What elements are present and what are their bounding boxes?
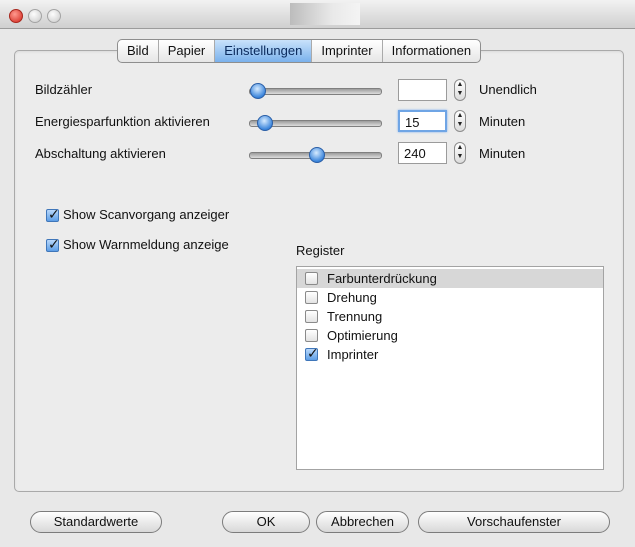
- register-item-trennung[interactable]: Trennung: [297, 307, 603, 326]
- abbrechen-button[interactable]: Abbrechen: [316, 511, 409, 533]
- register-item-imprinter[interactable]: ✓ Imprinter: [297, 345, 603, 364]
- bildzaehler-label: Bildzähler: [35, 82, 93, 97]
- list-item: Trennung: [327, 309, 383, 324]
- register-checkbox[interactable]: ✓: [305, 345, 319, 361]
- ok-button[interactable]: OK: [222, 511, 310, 533]
- bildzaehler-unit: Unendlich: [479, 82, 537, 97]
- scanvorgang-label: Show Scanvorgang anzeiger: [63, 207, 230, 222]
- tab-einstellungen[interactable]: Einstellungen: [215, 40, 313, 62]
- abschaltung-label: Abschaltung aktivieren: [35, 146, 166, 161]
- register-item-farbunterdrueckung[interactable]: Farbunterdrückung: [297, 269, 603, 288]
- zoom-window-button[interactable]: [47, 9, 61, 23]
- register-checkbox[interactable]: [305, 329, 318, 342]
- tab-imprinter[interactable]: Imprinter: [312, 40, 383, 62]
- register-title: Register: [296, 243, 345, 258]
- register-checkbox[interactable]: [305, 272, 318, 285]
- abschaltung-unit: Minuten: [479, 146, 526, 161]
- energie-label: Energiesparfunktion aktivieren: [35, 114, 210, 129]
- close-window-button[interactable]: [9, 9, 23, 23]
- energie-stepper-icon[interactable]: ▲ ▼: [454, 110, 466, 132]
- bildzaehler-field[interactable]: [398, 79, 447, 101]
- tab-informationen[interactable]: Informationen: [383, 40, 480, 62]
- abschaltung-slider[interactable]: [249, 147, 382, 163]
- window-titlebar: [0, 0, 635, 29]
- warnmeldung-label: Show Warnmeldung anzeige: [63, 237, 229, 252]
- energie-unit: Minuten: [479, 114, 526, 129]
- minimize-window-button[interactable]: [28, 9, 42, 23]
- tab-bar: Bild Papier Einstellungen Imprinter Info…: [117, 39, 482, 63]
- energie-slider-knob[interactable]: [257, 115, 273, 131]
- abschaltung-stepper-icon[interactable]: ▲ ▼: [454, 142, 466, 164]
- bildzaehler-slider[interactable]: [249, 83, 382, 99]
- list-item: Optimierung: [327, 328, 398, 343]
- abschaltung-field[interactable]: 240: [398, 142, 447, 164]
- energie-slider[interactable]: [249, 115, 382, 131]
- list-item: Drehung: [327, 290, 377, 305]
- tab-bild[interactable]: Bild: [118, 40, 159, 62]
- register-item-drehung[interactable]: Drehung: [297, 288, 603, 307]
- register-checkbox[interactable]: [305, 291, 318, 304]
- title-graphic: [290, 3, 360, 25]
- bildzaehler-slider-knob[interactable]: [250, 83, 266, 99]
- energie-field[interactable]: 15: [398, 110, 447, 132]
- standardwerte-button[interactable]: Standardwerte: [30, 511, 162, 533]
- vorschaufenster-button[interactable]: Vorschaufenster: [418, 511, 610, 533]
- checkmark-icon: ✓: [48, 206, 60, 222]
- register-list: Farbunterdrückung Drehung Trennung Optim…: [296, 266, 604, 470]
- scanvorgang-checkbox[interactable]: ✓: [46, 206, 60, 222]
- warnmeldung-checkbox[interactable]: ✓: [46, 236, 60, 252]
- checkmark-icon: ✓: [48, 236, 60, 252]
- list-item: Farbunterdrückung: [327, 271, 437, 286]
- list-item: Imprinter: [327, 347, 379, 362]
- tab-papier[interactable]: Papier: [159, 40, 216, 62]
- bildzaehler-stepper-icon[interactable]: ▲ ▼: [454, 79, 466, 101]
- checkmark-icon: ✓: [307, 345, 319, 361]
- abschaltung-slider-knob[interactable]: [309, 147, 325, 163]
- register-checkbox[interactable]: [305, 310, 318, 323]
- register-item-optimierung[interactable]: Optimierung: [297, 326, 603, 345]
